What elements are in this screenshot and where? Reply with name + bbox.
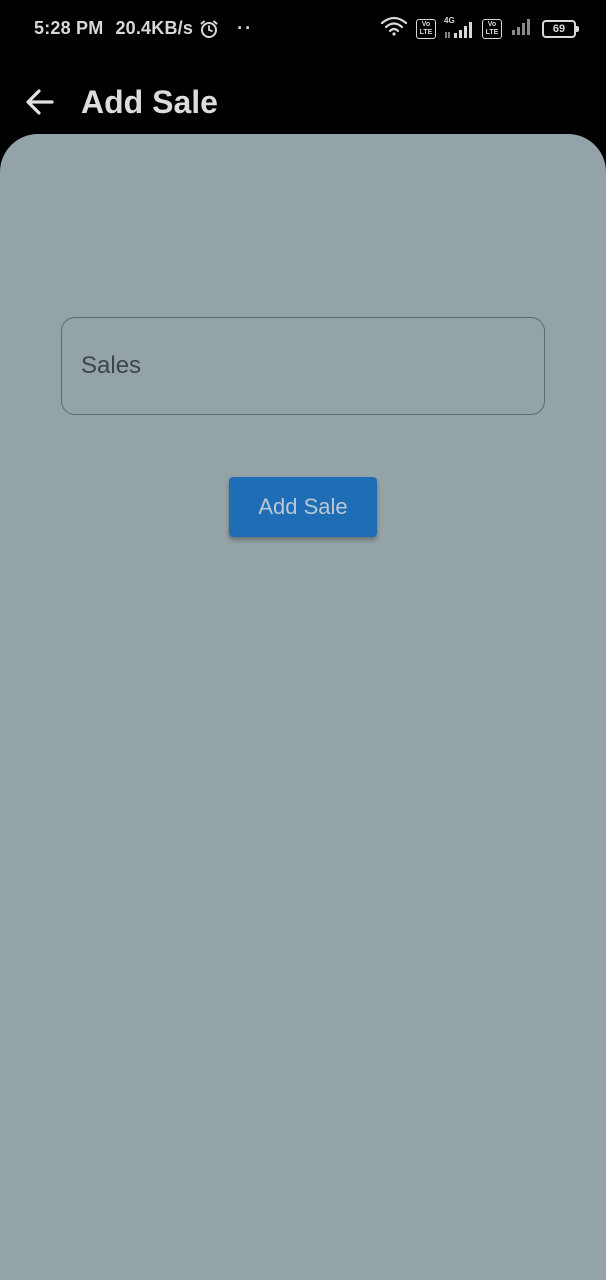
- add-sale-button[interactable]: Add Sale: [229, 477, 377, 537]
- battery-level: 69: [552, 22, 566, 35]
- sales-input[interactable]: [81, 318, 521, 414]
- volte-icon-2: Vo LTE: [482, 18, 502, 39]
- sales-field[interactable]: [61, 317, 545, 415]
- alarm-icon: [199, 19, 219, 39]
- signal-icon-2: [510, 16, 534, 41]
- arrow-left-icon: [26, 89, 54, 115]
- app-bar: Add Sale: [0, 60, 606, 136]
- volte-label-bottom-2: LTE: [485, 28, 499, 36]
- volte-label-bottom: LTE: [419, 28, 433, 36]
- wifi-icon: [380, 16, 408, 41]
- volte-label-top: Vo: [421, 20, 431, 28]
- signal-icon: 4G: [444, 16, 474, 40]
- app-screen: 5:28 PM 20.4KB/s ·· Vo LTE 4G Vo LTE 69 …: [0, 0, 606, 1280]
- status-time: 5:28 PM: [34, 18, 104, 38]
- volte-label-top-2: Vo: [487, 20, 497, 28]
- back-button[interactable]: [20, 82, 60, 122]
- status-right: Vo LTE 4G Vo LTE 69: [372, 16, 579, 41]
- page-title: Add Sale: [81, 84, 218, 120]
- status-bar: 5:28 PM 20.4KB/s ·· Vo LTE 4G Vo LTE 69: [0, 0, 606, 60]
- status-left: 5:28 PM 20.4KB/s ··: [34, 18, 253, 39]
- volte-icon: Vo LTE: [416, 18, 436, 39]
- network-speed: 20.4KB/s: [115, 18, 194, 38]
- notification-dots: ··: [237, 18, 254, 38]
- battery-icon: 69: [542, 19, 579, 38]
- form-container: Add Sale: [0, 134, 606, 1280]
